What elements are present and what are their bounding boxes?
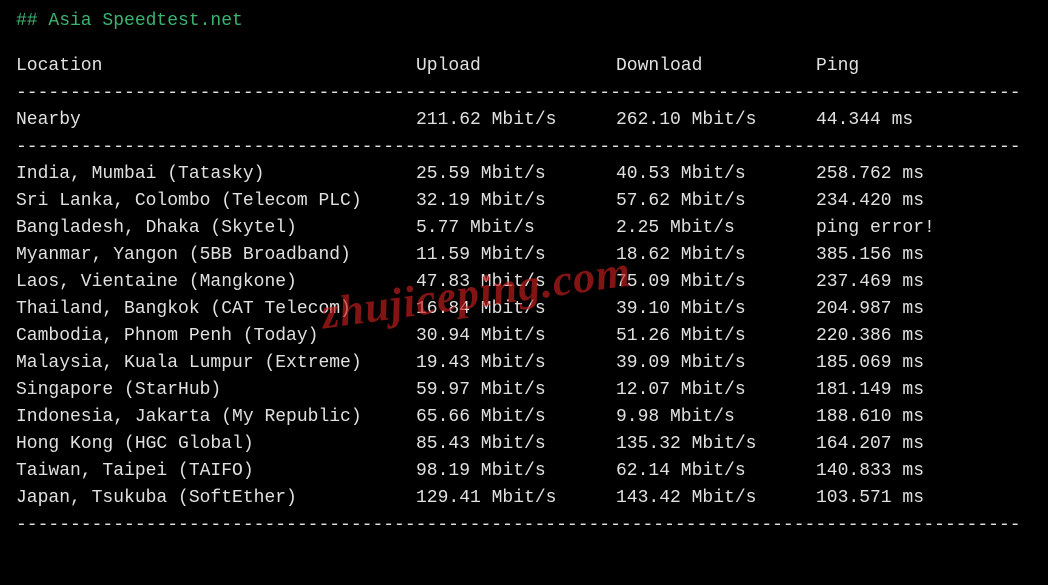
table-row: Cambodia, Phnom Penh (Today)30.94 Mbit/s…	[16, 323, 1032, 350]
cell-download: 39.09 Mbit/s	[616, 350, 816, 377]
cell-upload: 98.19 Mbit/s	[416, 458, 616, 485]
cell-upload: 129.41 Mbit/s	[416, 485, 616, 512]
cell-ping: 385.156 ms	[816, 242, 1032, 269]
cell-download: 9.98 Mbit/s	[616, 404, 816, 431]
cell-ping: 140.833 ms	[816, 458, 1032, 485]
cell-location: Taiwan, Taipei (TAIFO)	[16, 458, 416, 485]
cell-ping: 103.571 ms	[816, 485, 1032, 512]
cell-upload: 16.84 Mbit/s	[416, 296, 616, 323]
cell-download: 2.25 Mbit/s	[616, 215, 816, 242]
cell-download: 18.62 Mbit/s	[616, 242, 816, 269]
cell-ping: 188.610 ms	[816, 404, 1032, 431]
cell-upload: 65.66 Mbit/s	[416, 404, 616, 431]
cell-ping: 185.069 ms	[816, 350, 1032, 377]
cell-download: 40.53 Mbit/s	[616, 161, 816, 188]
cell-location: Malaysia, Kuala Lumpur (Extreme)	[16, 350, 416, 377]
cell-location: Myanmar, Yangon (5BB Broadband)	[16, 242, 416, 269]
cell-download: 75.09 Mbit/s	[616, 269, 816, 296]
cell-location: Cambodia, Phnom Penh (Today)	[16, 323, 416, 350]
cell-download: 39.10 Mbit/s	[616, 296, 816, 323]
nearby-upload: 211.62 Mbit/s	[416, 107, 616, 134]
table-row: Thailand, Bangkok (CAT Telecom)16.84 Mbi…	[16, 296, 1032, 323]
cell-ping: 258.762 ms	[816, 161, 1032, 188]
cell-download: 135.32 Mbit/s	[616, 431, 816, 458]
cell-upload: 59.97 Mbit/s	[416, 377, 616, 404]
table-row: Laos, Vientaine (Mangkone)47.83 Mbit/s75…	[16, 269, 1032, 296]
header-location: Location	[16, 53, 416, 80]
cell-download: 143.42 Mbit/s	[616, 485, 816, 512]
table-row: Japan, Tsukuba (SoftEther)129.41 Mbit/s1…	[16, 485, 1032, 512]
cell-ping: 181.149 ms	[816, 377, 1032, 404]
cell-location: Japan, Tsukuba (SoftEther)	[16, 485, 416, 512]
table-row: Indonesia, Jakarta (My Republic)65.66 Mb…	[16, 404, 1032, 431]
cell-download: 12.07 Mbit/s	[616, 377, 816, 404]
cell-location: Laos, Vientaine (Mangkone)	[16, 269, 416, 296]
cell-upload: 47.83 Mbit/s	[416, 269, 616, 296]
cell-upload: 85.43 Mbit/s	[416, 431, 616, 458]
section-title: ## Asia Speedtest.net	[16, 8, 1032, 35]
nearby-row: Nearby 211.62 Mbit/s 262.10 Mbit/s 44.34…	[16, 107, 1032, 134]
cell-location: Sri Lanka, Colombo (Telecom PLC)	[16, 188, 416, 215]
cell-ping: ping error!	[816, 215, 1032, 242]
table-header-row: Location Upload Download Ping	[16, 53, 1032, 80]
cell-ping: 204.987 ms	[816, 296, 1032, 323]
table-row: Malaysia, Kuala Lumpur (Extreme)19.43 Mb…	[16, 350, 1032, 377]
header-ping: Ping	[816, 53, 1032, 80]
cell-download: 57.62 Mbit/s	[616, 188, 816, 215]
table-row: India, Mumbai (Tatasky)25.59 Mbit/s40.53…	[16, 161, 1032, 188]
cell-ping: 220.386 ms	[816, 323, 1032, 350]
cell-ping: 164.207 ms	[816, 431, 1032, 458]
nearby-location: Nearby	[16, 107, 416, 134]
cell-location: Thailand, Bangkok (CAT Telecom)	[16, 296, 416, 323]
cell-location: Indonesia, Jakarta (My Republic)	[16, 404, 416, 431]
cell-location: India, Mumbai (Tatasky)	[16, 161, 416, 188]
nearby-ping: 44.344 ms	[816, 107, 1032, 134]
table-row: Taiwan, Taipei (TAIFO)98.19 Mbit/s62.14 …	[16, 458, 1032, 485]
divider-line: ----------------------------------------…	[16, 134, 1032, 161]
cell-location: Bangladesh, Dhaka (Skytel)	[16, 215, 416, 242]
cell-upload: 30.94 Mbit/s	[416, 323, 616, 350]
table-row: Myanmar, Yangon (5BB Broadband)11.59 Mbi…	[16, 242, 1032, 269]
cell-upload: 32.19 Mbit/s	[416, 188, 616, 215]
cell-download: 51.26 Mbit/s	[616, 323, 816, 350]
cell-location: Singapore (StarHub)	[16, 377, 416, 404]
cell-location: Hong Kong (HGC Global)	[16, 431, 416, 458]
table-row: Sri Lanka, Colombo (Telecom PLC)32.19 Mb…	[16, 188, 1032, 215]
cell-upload: 11.59 Mbit/s	[416, 242, 616, 269]
nearby-download: 262.10 Mbit/s	[616, 107, 816, 134]
table-row: Singapore (StarHub)59.97 Mbit/s12.07 Mbi…	[16, 377, 1032, 404]
divider-line: ----------------------------------------…	[16, 512, 1032, 539]
cell-ping: 234.420 ms	[816, 188, 1032, 215]
cell-upload: 5.77 Mbit/s	[416, 215, 616, 242]
divider-line: ----------------------------------------…	[16, 80, 1032, 107]
cell-download: 62.14 Mbit/s	[616, 458, 816, 485]
cell-upload: 25.59 Mbit/s	[416, 161, 616, 188]
table-row: Hong Kong (HGC Global)85.43 Mbit/s135.32…	[16, 431, 1032, 458]
table-row: Bangladesh, Dhaka (Skytel)5.77 Mbit/s2.2…	[16, 215, 1032, 242]
header-upload: Upload	[416, 53, 616, 80]
cell-upload: 19.43 Mbit/s	[416, 350, 616, 377]
cell-ping: 237.469 ms	[816, 269, 1032, 296]
header-download: Download	[616, 53, 816, 80]
